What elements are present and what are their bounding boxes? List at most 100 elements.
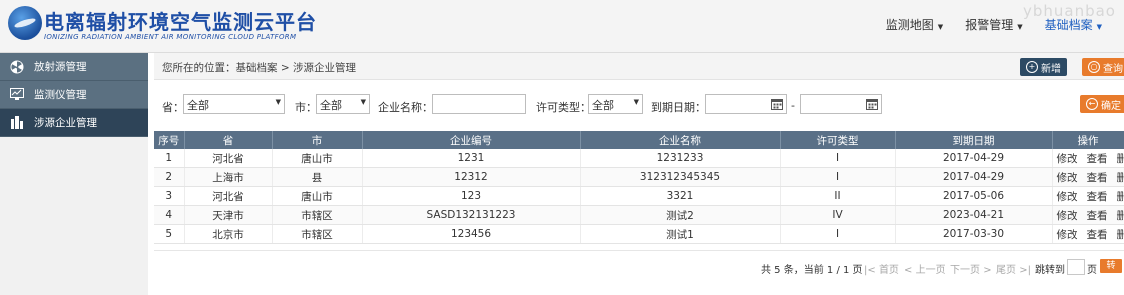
first-page-button[interactable]: |< 首页 [864,261,899,276]
cell-actions: 修改查看删 [1052,224,1124,244]
column-header: 市 [272,131,363,149]
cell-index: 1 [154,149,185,168]
delete-link[interactable]: 删 [1117,172,1124,184]
city-select[interactable]: 全部 ▼ [316,94,370,114]
expiry-end-date[interactable] [800,94,882,114]
expiry-date-label: 到期日期： [651,101,706,114]
license-type-label: 许可类型： [536,101,591,114]
cell-actions: 修改查看删 [1052,205,1124,225]
column-header: 省 [184,131,273,149]
cell-city: 唐山市 [272,186,363,206]
filter-bar: 省： 全部 ▼ 市： 全部 ▼ 企业名称： 许可类型： 全部 ▼ 到期日期： - [154,93,1124,119]
expiry-start-date[interactable] [705,94,787,114]
cell-index: 2 [154,167,185,187]
table-row: 2 上海市 县 12312 312312345345 I 2017-04-29 … [154,167,1124,187]
cell-province: 河北省 [184,149,273,168]
table-row: 3 河北省 唐山市 123 3321 II 2017-05-06 修改查看删 [154,186,1124,206]
table-row: 5 北京市 市辖区 123456 测试1 I 2017-03-30 修改查看删 [154,224,1124,244]
cell-city: 市辖区 [272,205,363,225]
nav-basic-archive[interactable]: 基础档案 ▼ [1045,16,1102,33]
view-link[interactable]: 查看 [1087,210,1108,222]
edit-link[interactable]: 修改 [1057,191,1078,203]
sidebar: 放射源管理 监测仪管理 涉源企业管理 [0,53,148,295]
cell-expiry: 2023-04-21 [895,205,1053,225]
calendar-icon[interactable] [771,98,783,113]
cell-actions: 修改查看删 [1052,186,1124,206]
calendar-icon[interactable] [866,98,878,113]
cell-province: 上海市 [184,167,273,187]
cell-code: 1231 [362,149,581,168]
cell-province: 天津市 [184,205,273,225]
license-type-select[interactable]: 全部 ▼ [588,94,643,114]
go-button[interactable]: 转 [1100,259,1122,273]
delete-link[interactable]: 删 [1117,210,1124,222]
radiation-icon [10,60,24,74]
cell-index: 5 [154,224,185,244]
company-name-input[interactable] [432,94,526,114]
caret-down-icon: ▼ [1096,23,1102,31]
edit-link[interactable]: 修改 [1057,153,1078,165]
cell-name: 测试2 [580,205,781,225]
sidebar-item-monitor[interactable]: 监测仪管理 [0,81,148,109]
city-label: 市： [295,101,317,114]
view-link[interactable]: 查看 [1087,153,1108,165]
pagination: 共 5 条，当前 1 / 1 页 |< 首页 < 上一页 下一页 > 尾页 >|… [154,250,1124,279]
prev-page-button[interactable]: < 上一页 [904,261,946,276]
edit-link[interactable]: 修改 [1057,210,1078,222]
app-header: 电离辐射环境空气监测云平台 IONIZING RADIATION AMBIENT… [0,0,1124,53]
query-button[interactable]: ○ 查询 [1082,58,1124,76]
column-header: 企业编号 [362,131,581,149]
cell-city: 市辖区 [272,224,363,244]
chevron-down-icon: ▼ [360,98,366,106]
view-link[interactable]: 查看 [1087,191,1108,203]
logo-icon [8,6,42,40]
cell-name: 1231233 [580,149,781,168]
cell-expiry: 2017-04-29 [895,149,1053,168]
arrow-left-icon: ← [1086,98,1098,110]
cell-license: I [780,167,896,187]
first-page-icon: |< [864,265,876,276]
jump-to-label: 跳转到 [1035,265,1065,276]
nav-monitoring-map[interactable]: 监测地图 ▼ [886,16,943,33]
chevron-left-icon: < [904,265,913,276]
cell-actions: 修改查看删 [1052,149,1124,168]
page-number-input[interactable] [1067,259,1085,275]
province-select[interactable]: 全部 ▼ [183,94,285,114]
breadcrumb-bar: 您所在的位置：基础档案 > 涉源企业管理 + 新增 ○ 查询 [154,53,1124,80]
table-row: 4 天津市 市辖区 SASD132131223 测试2 IV 2023-04-2… [154,205,1124,225]
edit-link[interactable]: 修改 [1057,172,1078,184]
table-row: 1 河北省 唐山市 1231 1231233 I 2017-04-29 修改 查看… [154,149,1124,168]
last-page-button[interactable]: 尾页 >| [996,261,1031,276]
cell-license: IV [780,205,896,225]
cell-province: 北京市 [184,224,273,244]
delete-link[interactable]: 删 [1117,229,1124,241]
column-header: 操作 [1052,131,1124,149]
app-title: 电离辐射环境空气监测云平台 [44,10,317,34]
delete-link[interactable]: 删 [1117,153,1124,165]
delete-link[interactable]: 删 [1117,191,1124,203]
confirm-button[interactable]: ← 确定 [1080,95,1124,113]
column-header: 许可类型 [780,131,896,149]
view-link[interactable]: 查看 [1087,172,1108,184]
sidebar-item-radiation-source[interactable]: 放射源管理 [0,53,148,81]
view-link[interactable]: 查看 [1087,229,1108,241]
last-page-icon: >| [1019,265,1031,276]
add-button[interactable]: + 新增 [1020,58,1067,76]
cell-name: 测试1 [580,224,781,244]
cell-expiry: 2017-03-30 [895,224,1053,244]
cell-name: 3321 [580,186,781,206]
caret-down-icon: ▼ [937,23,944,31]
building-icon [10,115,24,130]
nav-alarm-management[interactable]: 报警管理 ▼ [965,16,1022,33]
breadcrumb: 您所在的位置：基础档案 > 涉源企业管理 [162,62,356,74]
cell-city: 县 [272,167,363,187]
column-header: 序号 [154,131,185,149]
edit-link[interactable]: 修改 [1057,229,1078,241]
chevron-right-icon: > [983,265,992,276]
sidebar-item-enterprise[interactable]: 涉源企业管理 [0,109,148,137]
cell-code: 123456 [362,224,581,244]
cell-city: 唐山市 [272,149,363,168]
cell-province: 河北省 [184,186,273,206]
next-page-button[interactable]: 下一页 > [950,261,992,276]
cell-license: I [780,224,896,244]
